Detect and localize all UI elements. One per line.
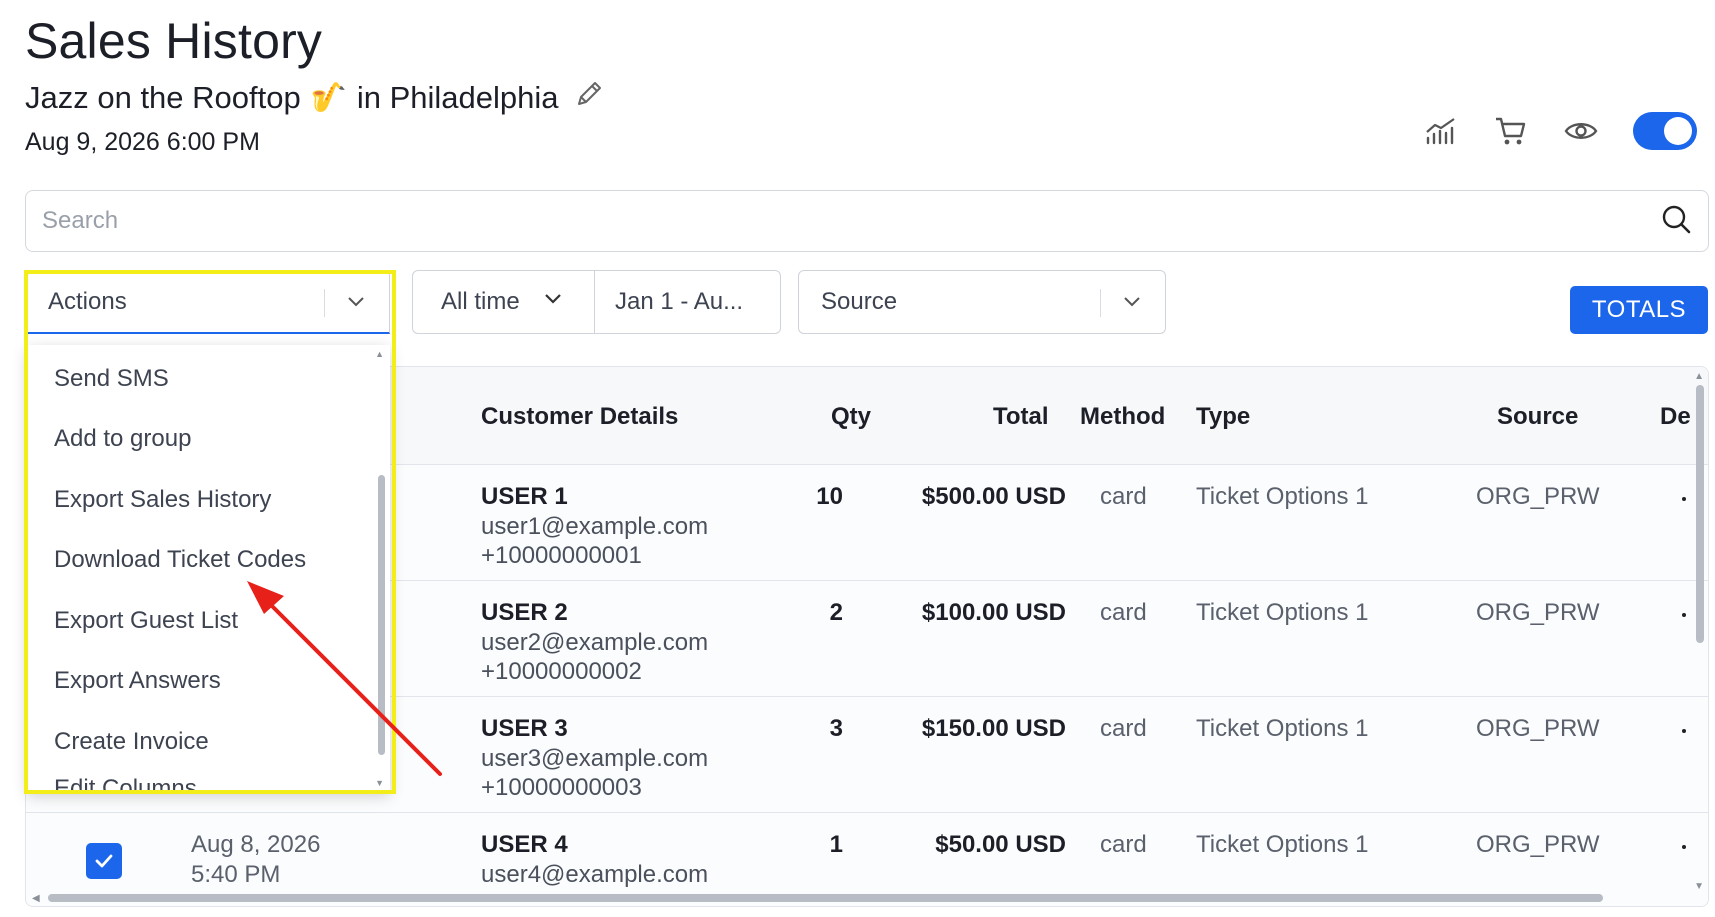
- menu-item-export-sales-history[interactable]: Export Sales History: [54, 486, 271, 514]
- more-indicator: [1682, 613, 1686, 617]
- menu-scrollbar[interactable]: [378, 475, 385, 755]
- edit-pencil-icon[interactable]: [569, 78, 605, 118]
- select-divider: [324, 289, 325, 317]
- date-range-label: Jan 1 - Au...: [615, 288, 744, 315]
- menu-scroll-down-arrow[interactable]: ▼: [375, 778, 384, 788]
- menu-item-create-invoice[interactable]: Create Invoice: [54, 728, 209, 756]
- source-value: ORG_PRW: [1476, 483, 1600, 510]
- menu-item-partial[interactable]: Edit Columns: [54, 775, 197, 792]
- scroll-up-arrow[interactable]: ▲: [1694, 371, 1704, 382]
- cart-icon[interactable]: [1493, 113, 1529, 149]
- menu-item-download-ticket-codes[interactable]: Download Ticket Codes: [54, 546, 306, 574]
- method-value: card: [1100, 715, 1147, 742]
- actions-select[interactable]: Actions: [27, 270, 390, 334]
- row-checkbox[interactable]: [86, 843, 122, 879]
- event-datetime: Aug 9, 2026 6:00 PM: [25, 128, 260, 156]
- type-value: Ticket Options 1: [1196, 831, 1369, 858]
- total-value: $100.00 USD: [921, 599, 1066, 626]
- column-header-source[interactable]: Source: [1497, 403, 1578, 431]
- type-value: Ticket Options 1: [1196, 599, 1369, 626]
- menu-item-add-to-group[interactable]: Add to group: [54, 425, 191, 453]
- column-header-customer[interactable]: Customer Details: [481, 403, 678, 431]
- page-title: Sales History: [25, 13, 323, 69]
- customer-name: USER 3: [481, 715, 568, 742]
- header-toolbar: [1423, 112, 1697, 150]
- customer-name: USER 4: [481, 831, 568, 858]
- time-period-select[interactable]: All time: [412, 270, 595, 334]
- column-header-total[interactable]: Total: [993, 403, 1049, 431]
- customer-email: user2@example.com: [481, 629, 709, 656]
- scroll-down-arrow[interactable]: ▼: [1694, 881, 1704, 892]
- more-indicator: [1682, 497, 1686, 501]
- saxophone-icon: 🎷: [310, 82, 347, 114]
- time-period-label: All time: [441, 288, 520, 315]
- actions-label: Actions: [48, 287, 127, 315]
- menu-item-export-answers[interactable]: Export Answers: [54, 667, 221, 695]
- total-value: $50.00 USD: [935, 831, 1066, 858]
- qty-value: 1: [829, 831, 843, 858]
- event-title: Jazz on the Rooftop 🎷 in Philadelphia: [25, 78, 605, 118]
- source-value: ORG_PRW: [1476, 715, 1600, 742]
- qty-value: 3: [829, 715, 843, 742]
- eye-icon[interactable]: [1563, 113, 1599, 149]
- customer-phone: +10000000003: [481, 774, 642, 801]
- qty-value: 2: [829, 599, 843, 626]
- table-row[interactable]: Aug 8, 2026 5:40 PM USER 4 user4@example…: [26, 813, 1708, 906]
- actions-dropdown-menu: ▲ Send SMS Add to group Export Sales His…: [27, 345, 390, 792]
- select-divider: [1100, 289, 1101, 317]
- total-value: $150.00 USD: [921, 715, 1066, 742]
- column-header-type[interactable]: Type: [1196, 403, 1250, 431]
- more-indicator: [1682, 845, 1686, 849]
- source-value: ORG_PRW: [1476, 831, 1600, 858]
- order-time: 5:40 PM: [191, 861, 281, 888]
- customer-email: user1@example.com: [481, 513, 709, 540]
- menu-scroll-up-arrow[interactable]: ▲: [375, 349, 384, 359]
- customer-email: user4@example.com: [481, 861, 709, 888]
- column-header-details[interactable]: De: [1660, 403, 1691, 431]
- source-select[interactable]: Source: [798, 270, 1166, 334]
- method-value: card: [1100, 483, 1147, 510]
- search-input[interactable]: [42, 207, 1660, 235]
- source-value: ORG_PRW: [1476, 599, 1600, 626]
- event-location: in Philadelphia: [356, 80, 559, 115]
- more-indicator: [1682, 729, 1686, 733]
- method-value: card: [1100, 599, 1147, 626]
- event-name: Jazz on the Rooftop: [25, 80, 301, 115]
- chevron-down-icon[interactable]: [542, 288, 564, 317]
- vertical-scrollbar[interactable]: [1696, 385, 1704, 643]
- customer-name: USER 2: [481, 599, 568, 626]
- search-bar: [25, 190, 1709, 252]
- customer-phone: +10000000001: [481, 542, 642, 569]
- chevron-down-icon[interactable]: [1121, 291, 1143, 320]
- customer-name: USER 1: [481, 483, 568, 510]
- visibility-toggle[interactable]: [1633, 112, 1697, 150]
- order-date: Aug 8, 2026: [191, 831, 321, 858]
- search-icon[interactable]: [1660, 203, 1692, 240]
- customer-email: user3@example.com: [481, 745, 709, 772]
- customer-phone: +10000000002: [481, 658, 642, 685]
- type-value: Ticket Options 1: [1196, 715, 1369, 742]
- method-value: card: [1100, 831, 1147, 858]
- source-label: Source: [821, 288, 898, 315]
- totals-button[interactable]: TOTALS: [1570, 286, 1708, 334]
- menu-item-send-sms[interactable]: Send SMS: [54, 365, 169, 393]
- analytics-icon[interactable]: [1423, 113, 1459, 149]
- horizontal-scrollbar[interactable]: [48, 894, 1603, 902]
- chevron-down-icon[interactable]: [345, 291, 367, 320]
- column-header-method[interactable]: Method: [1080, 403, 1165, 431]
- scroll-left-arrow[interactable]: ◀: [32, 893, 40, 904]
- column-header-qty[interactable]: Qty: [831, 403, 871, 431]
- date-range-field[interactable]: Jan 1 - Au...: [594, 270, 781, 334]
- type-value: Ticket Options 1: [1196, 483, 1369, 510]
- total-value: $500.00 USD: [921, 483, 1066, 510]
- menu-item-export-guest-list[interactable]: Export Guest List: [54, 607, 238, 635]
- qty-value: 10: [816, 483, 843, 510]
